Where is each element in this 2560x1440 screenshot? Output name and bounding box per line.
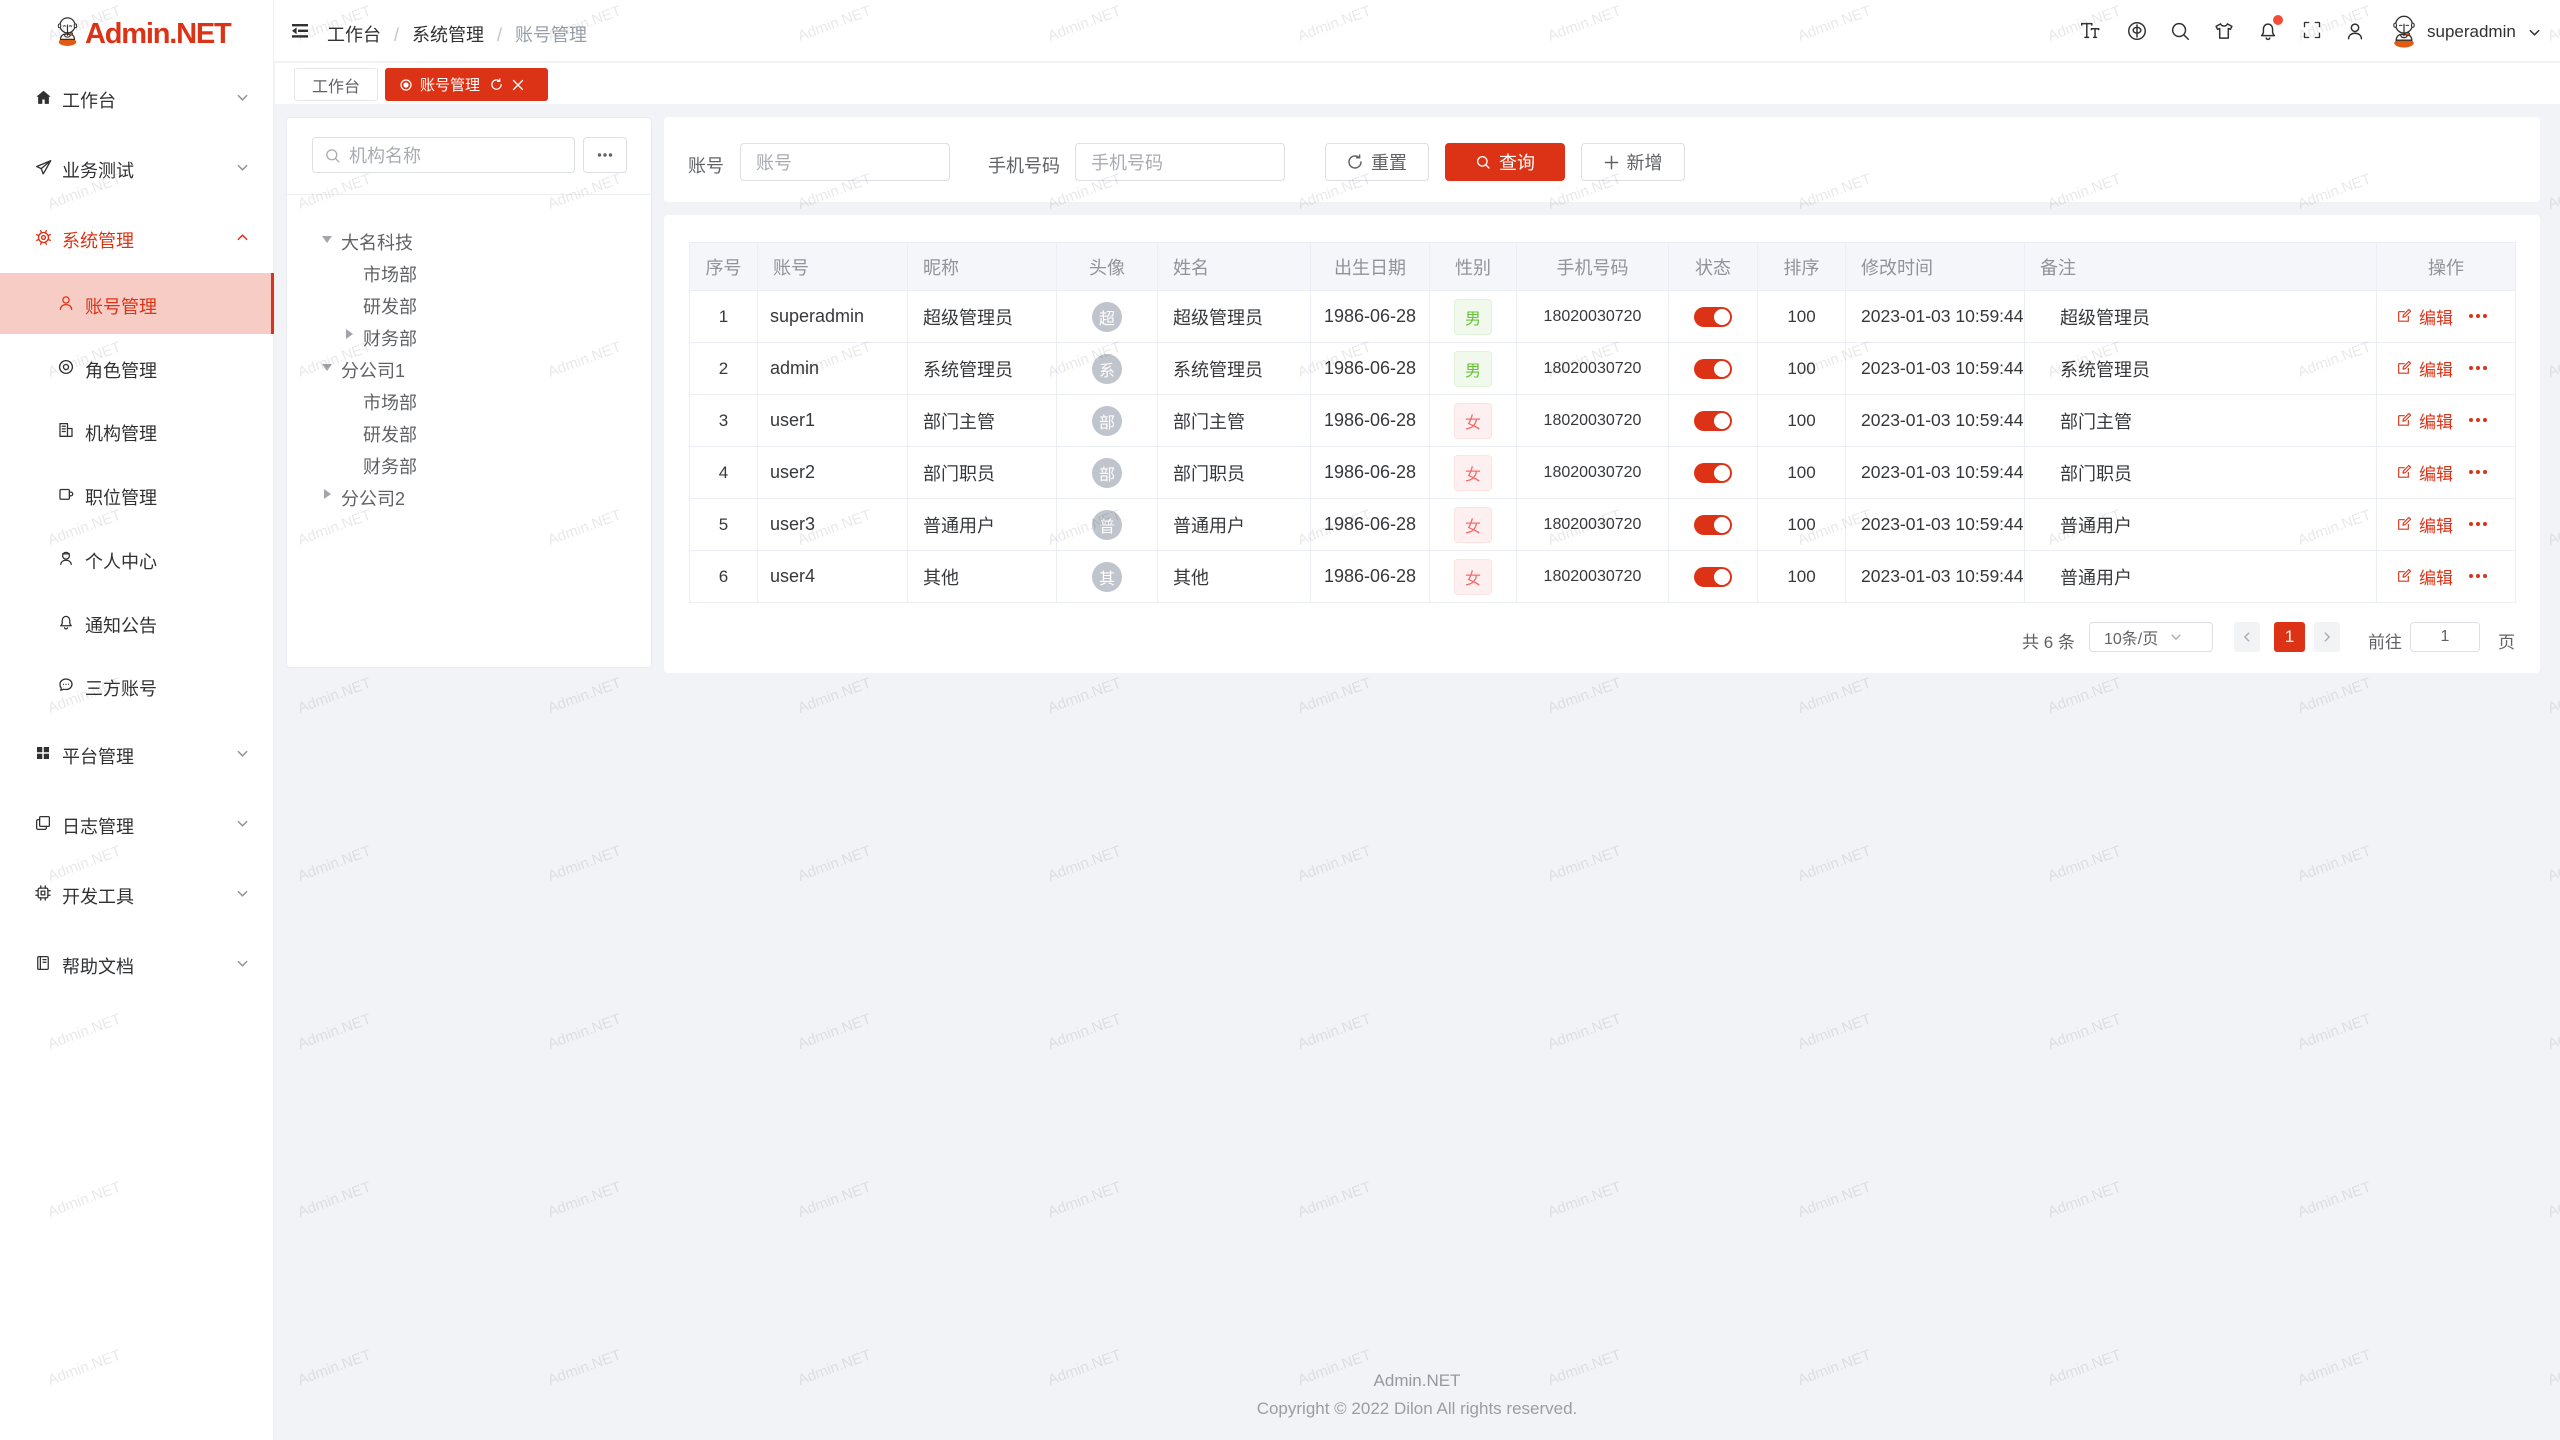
svg-text:Admin.NET: Admin.NET — [1546, 843, 1624, 885]
svg-text:Admin.NET: Admin.NET — [1796, 1179, 1874, 1221]
svg-text:Admin.NET: Admin.NET — [1296, 1179, 1374, 1221]
svg-text:Admin.NET: Admin.NET — [1546, 1011, 1624, 1053]
svg-text:Admin.NET: Admin.NET — [296, 843, 374, 885]
svg-text:Admin.NET: Admin.NET — [2296, 1011, 2374, 1053]
svg-text:Admin.NET: Admin.NET — [546, 1011, 624, 1053]
svg-text:Admin.NET: Admin.NET — [2296, 843, 2374, 885]
svg-text:Admin.NET: Admin.NET — [1046, 1011, 1124, 1053]
svg-text:Admin.NET: Admin.NET — [2546, 1179, 2560, 1221]
svg-text:Admin.NET: Admin.NET — [1046, 1179, 1124, 1221]
svg-text:Admin.NET: Admin.NET — [1546, 1179, 1624, 1221]
svg-text:Admin.NET: Admin.NET — [296, 1179, 374, 1221]
svg-text:Admin.NET: Admin.NET — [1546, 675, 1624, 717]
svg-text:Admin.NET: Admin.NET — [2046, 1179, 2124, 1221]
svg-text:Admin.NET: Admin.NET — [1296, 675, 1374, 717]
svg-text:Admin.NET: Admin.NET — [296, 1011, 374, 1053]
svg-text:Admin.NET: Admin.NET — [2296, 1179, 2374, 1221]
svg-text:Admin.NET: Admin.NET — [1796, 675, 1874, 717]
svg-text:Admin.NET: Admin.NET — [546, 675, 624, 717]
svg-text:Admin.NET: Admin.NET — [2546, 339, 2560, 381]
svg-text:Admin.NET: Admin.NET — [2046, 1011, 2124, 1053]
svg-text:Admin.NET: Admin.NET — [796, 1179, 874, 1221]
svg-text:Admin.NET: Admin.NET — [2546, 843, 2560, 885]
svg-text:Admin.NET: Admin.NET — [2546, 507, 2560, 549]
svg-text:Admin.NET: Admin.NET — [546, 843, 624, 885]
svg-text:Admin.NET: Admin.NET — [1046, 675, 1124, 717]
svg-text:Admin.NET: Admin.NET — [796, 843, 874, 885]
svg-text:Admin.NET: Admin.NET — [1296, 1011, 1374, 1053]
svg-text:Admin.NET: Admin.NET — [2546, 1011, 2560, 1053]
svg-text:Admin.NET: Admin.NET — [796, 1011, 874, 1053]
svg-text:Admin.NET: Admin.NET — [2046, 675, 2124, 717]
svg-text:Admin.NET: Admin.NET — [2296, 675, 2374, 717]
svg-text:Admin.NET: Admin.NET — [296, 675, 374, 717]
svg-text:Admin.NET: Admin.NET — [2046, 843, 2124, 885]
svg-text:Admin.NET: Admin.NET — [2546, 675, 2560, 717]
svg-text:Admin.NET: Admin.NET — [1796, 1011, 1874, 1053]
svg-text:Admin.NET: Admin.NET — [546, 1179, 624, 1221]
svg-text:Admin.NET: Admin.NET — [796, 675, 874, 717]
svg-text:Admin.NET: Admin.NET — [2546, 171, 2560, 213]
svg-text:Admin.NET: Admin.NET — [1046, 843, 1124, 885]
svg-text:Admin.NET: Admin.NET — [1296, 843, 1374, 885]
svg-text:Admin.NET: Admin.NET — [1796, 843, 1874, 885]
